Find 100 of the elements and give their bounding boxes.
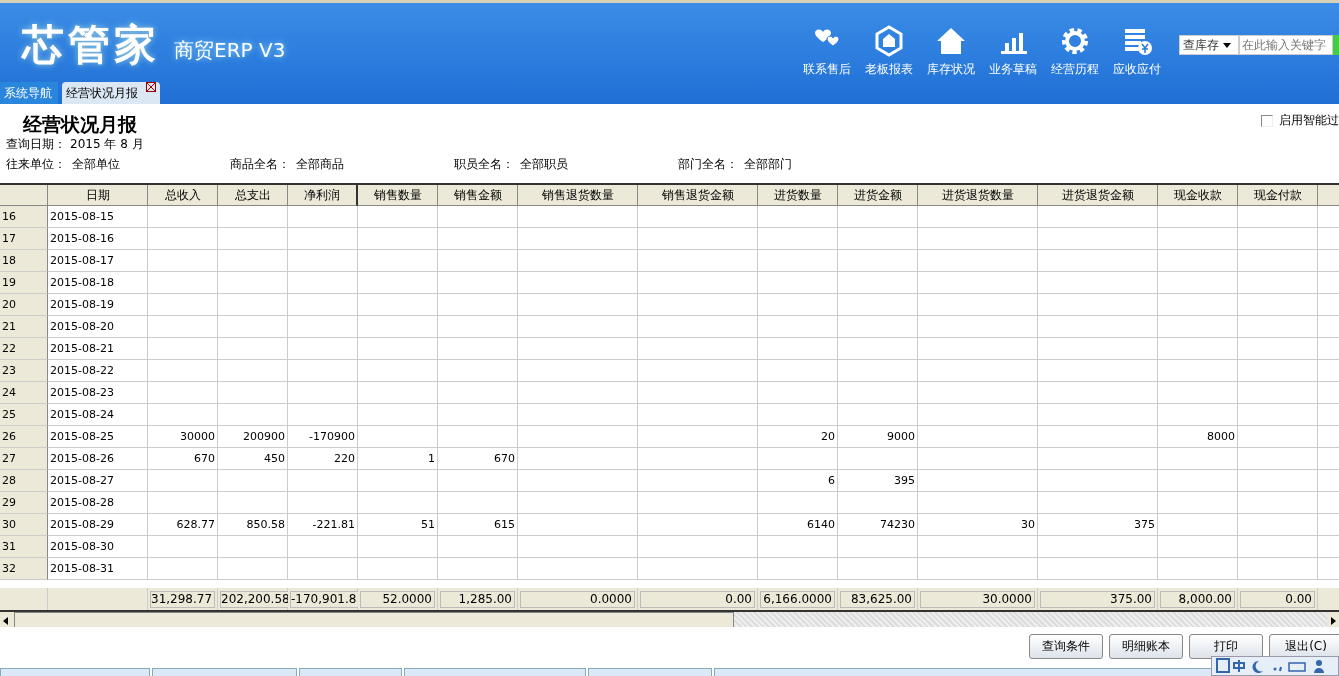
table-cell: 2015-08-27 — [48, 470, 148, 492]
app-logo: 芯管家 — [22, 19, 160, 71]
checkbox[interactable] — [1261, 114, 1273, 127]
field-label: 往来单位： — [6, 155, 66, 173]
table-cell: 6 — [758, 470, 838, 492]
close-icon[interactable] — [146, 82, 156, 92]
table-cell — [148, 294, 218, 316]
table-cell: 2015-08-22 — [48, 360, 148, 382]
gear-icon — [1059, 25, 1091, 57]
row-number: 17 — [0, 228, 48, 250]
table-cell: 220 — [288, 448, 358, 470]
column-header[interactable]: 进货退货金额 — [1038, 185, 1158, 206]
toolbar-button[interactable]: 业务草稿 — [985, 25, 1041, 78]
row-number: 29 — [0, 492, 48, 514]
field-value: 全部职员 — [520, 155, 568, 173]
toolbar-button[interactable]: 应收应付 — [1109, 25, 1165, 78]
column-header[interactable]: 总收入 — [148, 185, 218, 206]
column-header[interactable]: 销售金额 — [438, 185, 518, 206]
table-cell — [218, 228, 288, 250]
column-header[interactable]: 净利润 — [288, 185, 358, 206]
row-number: 23 — [0, 360, 48, 382]
table-cell: 1 — [358, 448, 438, 470]
column-header[interactable]: 现金收款 — [1158, 185, 1238, 206]
tab[interactable]: 经营状况月报 — [62, 82, 160, 104]
total-cell: 6,166.0000 — [760, 590, 835, 608]
field-label: 查询日期： — [6, 135, 66, 153]
table-cell — [148, 382, 218, 404]
action-button[interactable]: 查询条件 — [1029, 634, 1103, 659]
row-number: 32 — [0, 558, 48, 580]
action-button[interactable]: 明细账本 — [1109, 634, 1183, 659]
column-header[interactable]: 进货数量 — [758, 185, 838, 206]
column-header[interactable]: 总支出 — [218, 185, 288, 206]
column-header[interactable]: 销售退货数量 — [518, 185, 638, 206]
table-cell — [148, 316, 218, 338]
column-header[interactable]: 销售退货金额 — [638, 185, 758, 206]
table-cell: 628.77 — [148, 514, 218, 536]
table-cell: -221.81 — [288, 514, 358, 536]
table-cell — [218, 294, 288, 316]
total-cell: 0.0000 — [520, 590, 635, 608]
total-cell: 375.00 — [1040, 590, 1155, 608]
column-header[interactable]: 日期 — [48, 185, 148, 206]
header-corner-cell — [0, 185, 48, 206]
table-cell: 670 — [438, 448, 518, 470]
row-number: 20 — [0, 294, 48, 316]
caret-icon — [1223, 42, 1231, 48]
field-value: 全部单位 — [72, 155, 120, 173]
row-number: 25 — [0, 404, 48, 426]
table-cell: 20 — [758, 426, 838, 448]
toolbar-button[interactable]: 联系售后 — [799, 25, 855, 78]
table-cell: 2015-08-19 — [48, 294, 148, 316]
row-number: 28 — [0, 470, 48, 492]
row-number: 27 — [0, 448, 48, 470]
toolbar-button[interactable]: 老板报表 — [861, 25, 917, 78]
table-cell: 74230 — [838, 514, 918, 536]
table-cell: 2015-08-30 — [48, 536, 148, 558]
table-cell: 6140 — [758, 514, 838, 536]
row-number: 21 — [0, 316, 48, 338]
row-number: 24 — [0, 382, 48, 404]
row-number: 18 — [0, 250, 48, 272]
table-cell: 375 — [1038, 514, 1158, 536]
scrollbar-thumb[interactable] — [14, 612, 734, 627]
totals-row-header — [0, 588, 48, 610]
checkbox-label: 启用智能过 — [1279, 112, 1339, 129]
toolbar-button[interactable]: 经营历程 — [1047, 25, 1103, 78]
total-cell: 1,285.00 — [440, 590, 515, 608]
table-cell: 2015-08-18 — [48, 272, 148, 294]
table-cell: 615 — [438, 514, 518, 536]
table-cell: 2015-08-23 — [48, 382, 148, 404]
column-header[interactable]: 进货金额 — [838, 185, 918, 206]
table-cell — [218, 316, 288, 338]
table-cell — [218, 272, 288, 294]
search-field[interactable]: 在此输入关键字 — [1239, 35, 1333, 55]
column-header[interactable]: 现金付款 — [1238, 185, 1318, 206]
table-cell — [288, 382, 358, 404]
table-cell — [148, 272, 218, 294]
table-cell: 2015-08-24 — [48, 404, 148, 426]
tab[interactable]: 系统导航 — [0, 82, 58, 104]
toolbar-button[interactable]: 库存状况 — [923, 25, 979, 78]
table-cell — [288, 228, 358, 250]
table-cell — [288, 338, 358, 360]
total-cell: 31,298.77 — [150, 590, 216, 608]
table-cell: 9000 — [838, 426, 918, 448]
house-icon — [935, 25, 967, 57]
table-cell: 2015-08-15 — [48, 206, 148, 228]
field-label: 职员全名： — [454, 155, 514, 173]
column-header[interactable]: 销售数量 — [358, 185, 438, 206]
row-number: 30 — [0, 514, 48, 536]
table-cell: -170900 — [288, 426, 358, 448]
table-cell — [218, 382, 288, 404]
search-scope-dropdown[interactable]: 查库存 — [1179, 35, 1239, 55]
horizontal-scrollbar[interactable] — [0, 610, 1339, 627]
report-title: 经营状况月报 — [23, 112, 137, 134]
field-value: 2015 年 8 月 — [70, 135, 144, 153]
total-cell: 0.00 — [1240, 590, 1315, 608]
table-cell: 2015-08-25 — [48, 426, 148, 448]
table-cell: 2015-08-20 — [48, 316, 148, 338]
ime-toolbar-drawing[interactable] — [1211, 656, 1339, 676]
column-header[interactable]: 进货退货数量 — [918, 185, 1038, 206]
table-cell — [288, 272, 358, 294]
hexagon-icon — [873, 25, 905, 57]
